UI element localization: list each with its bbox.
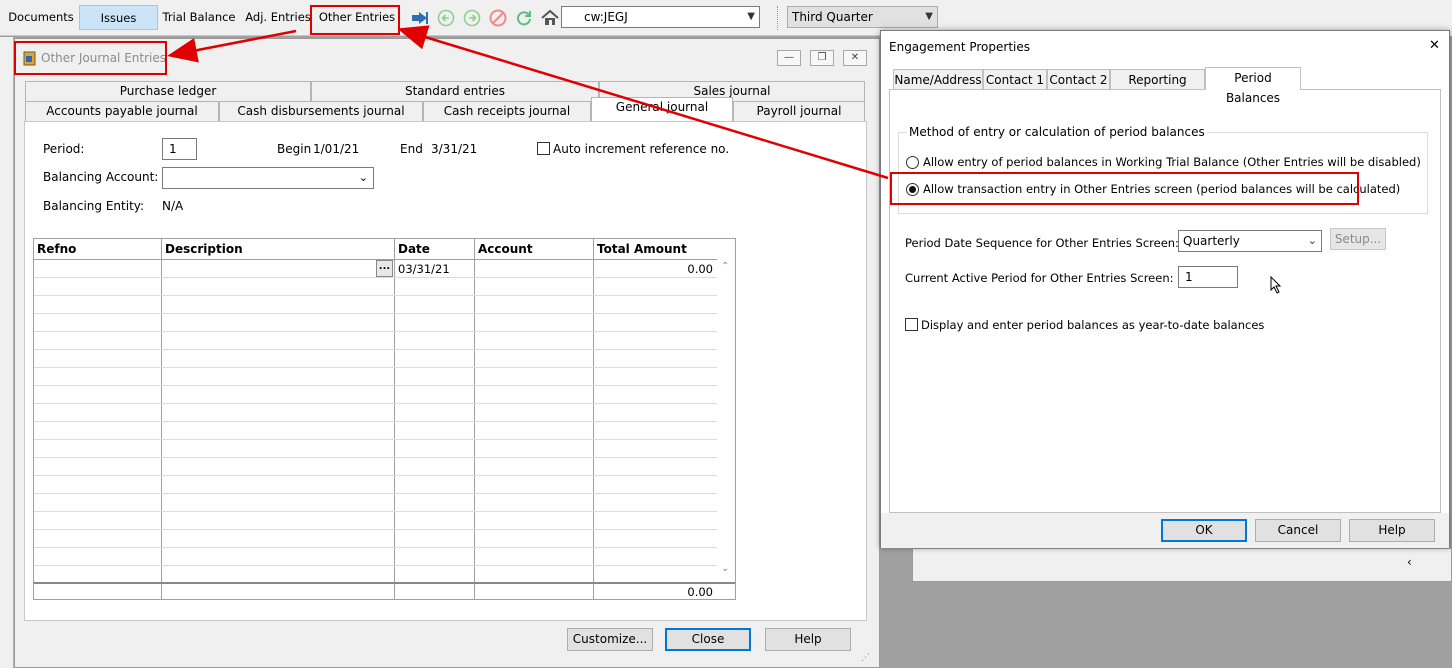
tab-period-balances[interactable]: Period Balances — [1205, 67, 1301, 105]
arrow-to-window-title — [167, 29, 297, 63]
arrow-to-other-entries — [397, 25, 889, 180]
